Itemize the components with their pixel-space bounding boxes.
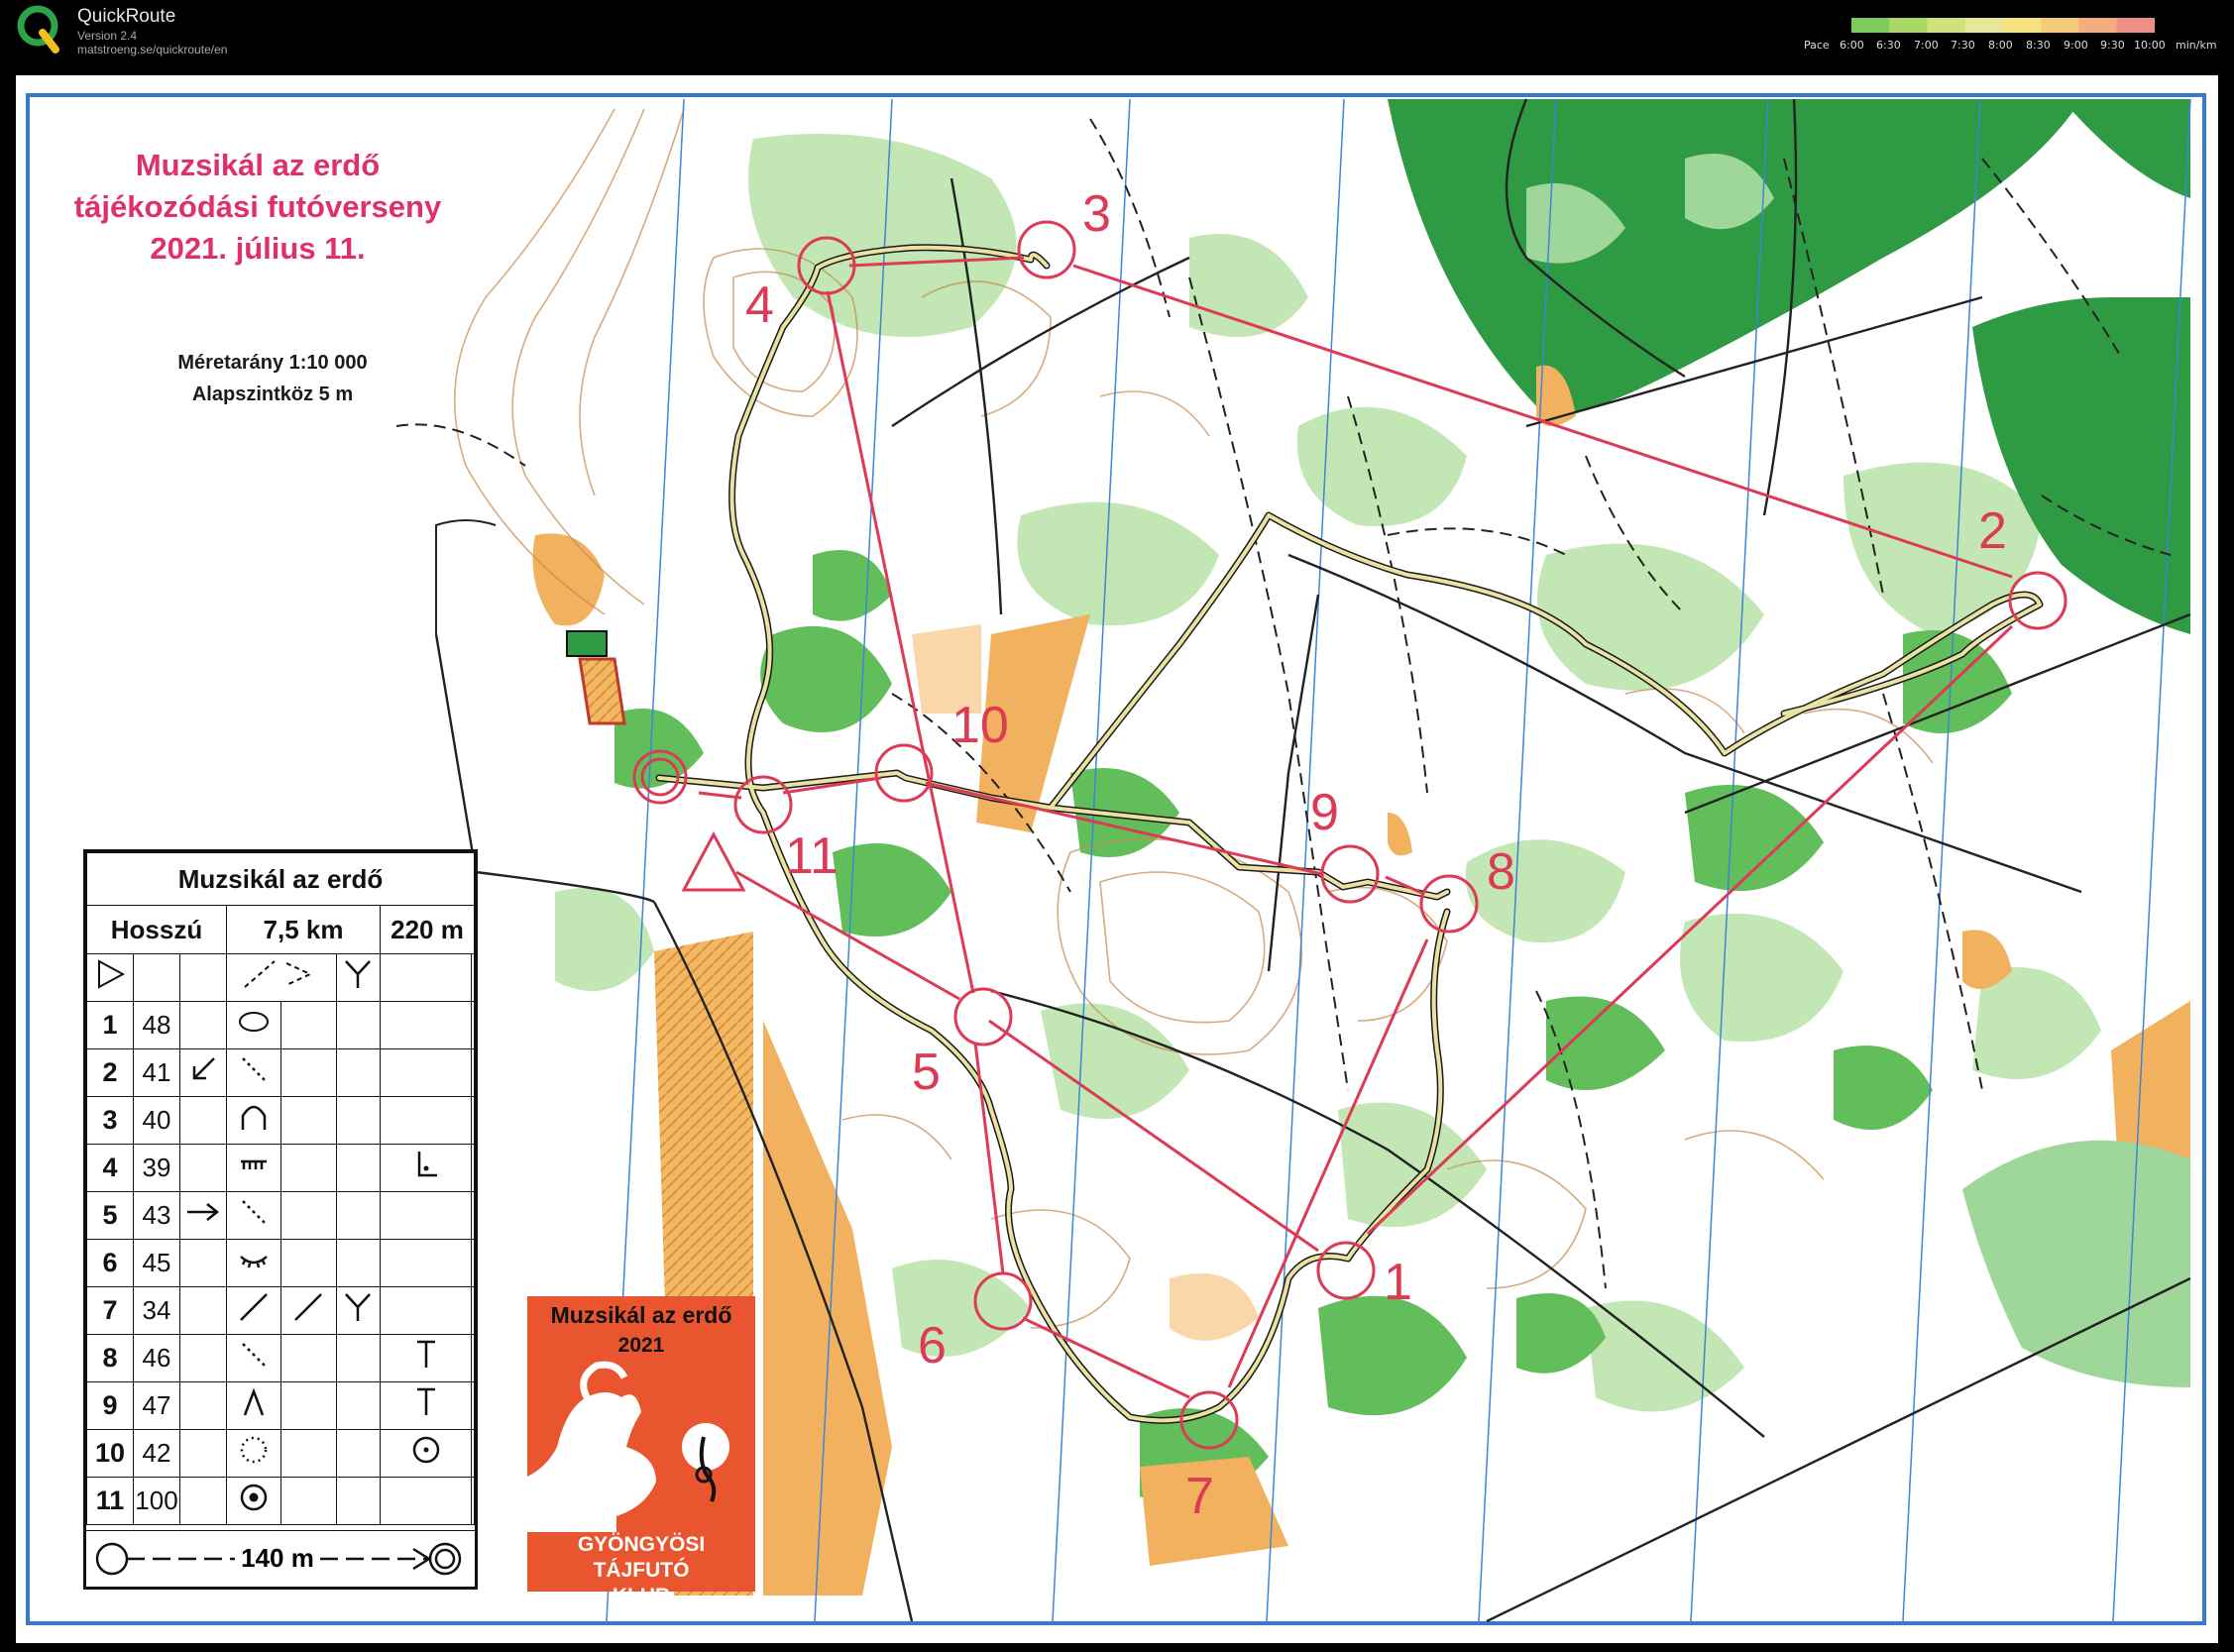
control-label-3: 3 [1082,185,1111,243]
control-circle-1 [1316,1241,1376,1300]
course-climb: 220 m [380,905,475,954]
fence [435,519,497,634]
depression-symbol [225,1429,282,1478]
start-junction-symbol [335,953,382,1002]
control-row-3: 3 40 [86,1096,475,1145]
map-title-line: Muzsikál az erdő [135,148,381,182]
special-item-symbol [225,1477,282,1525]
path-symbol [280,1286,337,1335]
badge-title: Muzsikál az erdő [550,1302,732,1328]
badge-club-line: KLUB [612,1585,671,1607]
dotted-line-symbol [225,1334,282,1382]
control-row-1: 1 48 [86,1001,475,1049]
control-circle-9 [1320,844,1380,904]
arrow-right-icon [179,1191,227,1240]
path-symbol [225,1286,282,1335]
control-row-4: 4 39 [86,1144,475,1192]
hill-symbol [225,1096,282,1145]
top-symbol [379,1334,473,1382]
control-row-2: 2 41 [86,1048,475,1097]
badge-year: 2021 [617,1334,665,1357]
control-label-1: 1 [1384,1254,1412,1311]
control-label-8: 8 [1487,843,1515,901]
course-leg [973,1042,1005,1274]
gully-symbol [225,1239,282,1287]
map-title: Muzsikál az erdő tájékozódási futóversen… [40,145,476,270]
start-triangle [681,830,746,892]
description-event: Muzsikál az erdő [86,852,475,906]
control-circle-3 [1017,220,1076,279]
badge-club: GYÖNGYÖSI TÁJFUTÓ KLUB [527,1532,755,1609]
course-name: Hosszú [86,905,227,954]
control-label-7: 7 [1185,1468,1214,1525]
junction-symbol [335,1286,382,1335]
building [566,630,608,657]
control-description-sheet: Muzsikál az erdő Hosszú 7,5 km 220 m 1 48… [83,849,478,1590]
control-row-9: 9 47 [86,1381,475,1430]
control-label-6: 6 [918,1317,947,1375]
course-leg [1022,1316,1190,1399]
control-label-10: 10 [951,697,1009,754]
top-symbol [379,1381,473,1430]
badge-club-line: GYÖNGYÖSI TÁJFUTÓ [577,1533,706,1582]
control-label-9: 9 [1310,784,1339,841]
arrow-sw-icon [179,1048,227,1097]
control-circle-5 [953,987,1013,1046]
map-title-line: 2021. július 11. [150,231,366,266]
scale-line: Méretarány 1:10 000 [177,352,368,374]
course-length: 7,5 km [226,905,381,954]
finish-distance: 140 m [241,1543,314,1573]
knoll-symbol [225,1001,282,1049]
centre-symbol [379,1429,473,1478]
control-row-5: 5 43 [86,1191,475,1240]
control-row-6: 6 45 [86,1239,475,1287]
control-row-8: 8 46 [86,1334,475,1382]
finish-distance-row: 140 m [86,1530,475,1587]
start-symbol [86,953,134,1002]
control-row-7: 7 34 [86,1286,475,1335]
fenced-area [578,657,626,725]
control-label-11: 11 [785,827,838,885]
earth-wall-symbol [225,1144,282,1192]
control-label-4: 4 [745,276,774,334]
control-label-5: 5 [912,1044,941,1101]
scale-line: Alapszintköz 5 m [191,384,354,405]
spur-symbol [225,1381,282,1430]
control-label-2: 2 [1978,502,2007,560]
control-row-11: 11 100 [86,1477,475,1525]
ibex-logo [527,1361,729,1532]
map-title-line: tájékozódási futóverseny [73,189,442,224]
control-row-10: 10 42 [86,1429,475,1478]
map-scale-info: Méretarány 1:10 000 Alapszintköz 5 m [149,347,396,410]
corner-symbol [379,1144,473,1192]
start-feature-symbol [226,953,337,1002]
event-badge: Muzsikál az erdő 2021 GYÖNGYÖSI TÁJFUTÓ … [527,1296,755,1607]
control-circle-8 [1419,874,1479,934]
dotted-line-symbol [225,1048,282,1097]
dotted-line-symbol [225,1191,282,1240]
